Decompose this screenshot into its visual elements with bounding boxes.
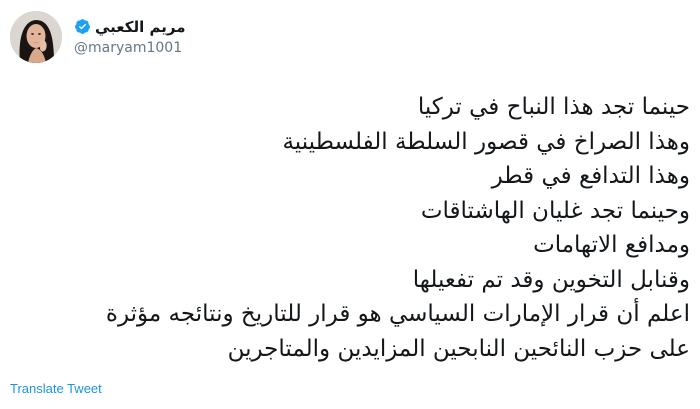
display-name[interactable]: مريم الكعبي xyxy=(95,17,186,37)
tweet-line: وقنابل التخوين وقد تم تفعيلها xyxy=(412,266,690,293)
profile-photo-icon xyxy=(10,11,62,63)
tweet-line: ومدافع الاتهامات xyxy=(533,232,690,258)
verified-badge-icon xyxy=(75,19,90,34)
translate-tweet-link[interactable]: Translate Tweet xyxy=(10,381,102,396)
handle[interactable]: @maryam1001 xyxy=(74,38,182,58)
user-block: مريم الكعبي @maryam1001 xyxy=(74,17,186,58)
tweet-text: حينما تجد هذا النباح في تركيا وهذا الصرا… xyxy=(10,90,690,366)
tweet-line: حينما تجد هذا النباح في تركيا xyxy=(417,94,690,120)
tweet-card: مريم الكعبي @maryam1001 حينما تجد هذا ال… xyxy=(0,0,700,409)
tweet-line: وهذا الصراخ في قصور السلطة الفلسطينية xyxy=(282,128,690,155)
tweet-line: على حزب النائحين النابحين المزايدين والم… xyxy=(227,335,690,362)
tweet-line: اعلم أن قرار الإمارات السياسي هو قرار لل… xyxy=(105,301,690,327)
tweet-line: وهذا التدافع في قطر xyxy=(491,163,690,189)
name-row: مريم الكعبي xyxy=(74,17,186,37)
tweet-line: وحينما تجد غليان الهاشتاقات xyxy=(420,197,690,224)
avatar[interactable] xyxy=(10,11,62,63)
tweet-header: مريم الكعبي @maryam1001 xyxy=(10,11,186,63)
